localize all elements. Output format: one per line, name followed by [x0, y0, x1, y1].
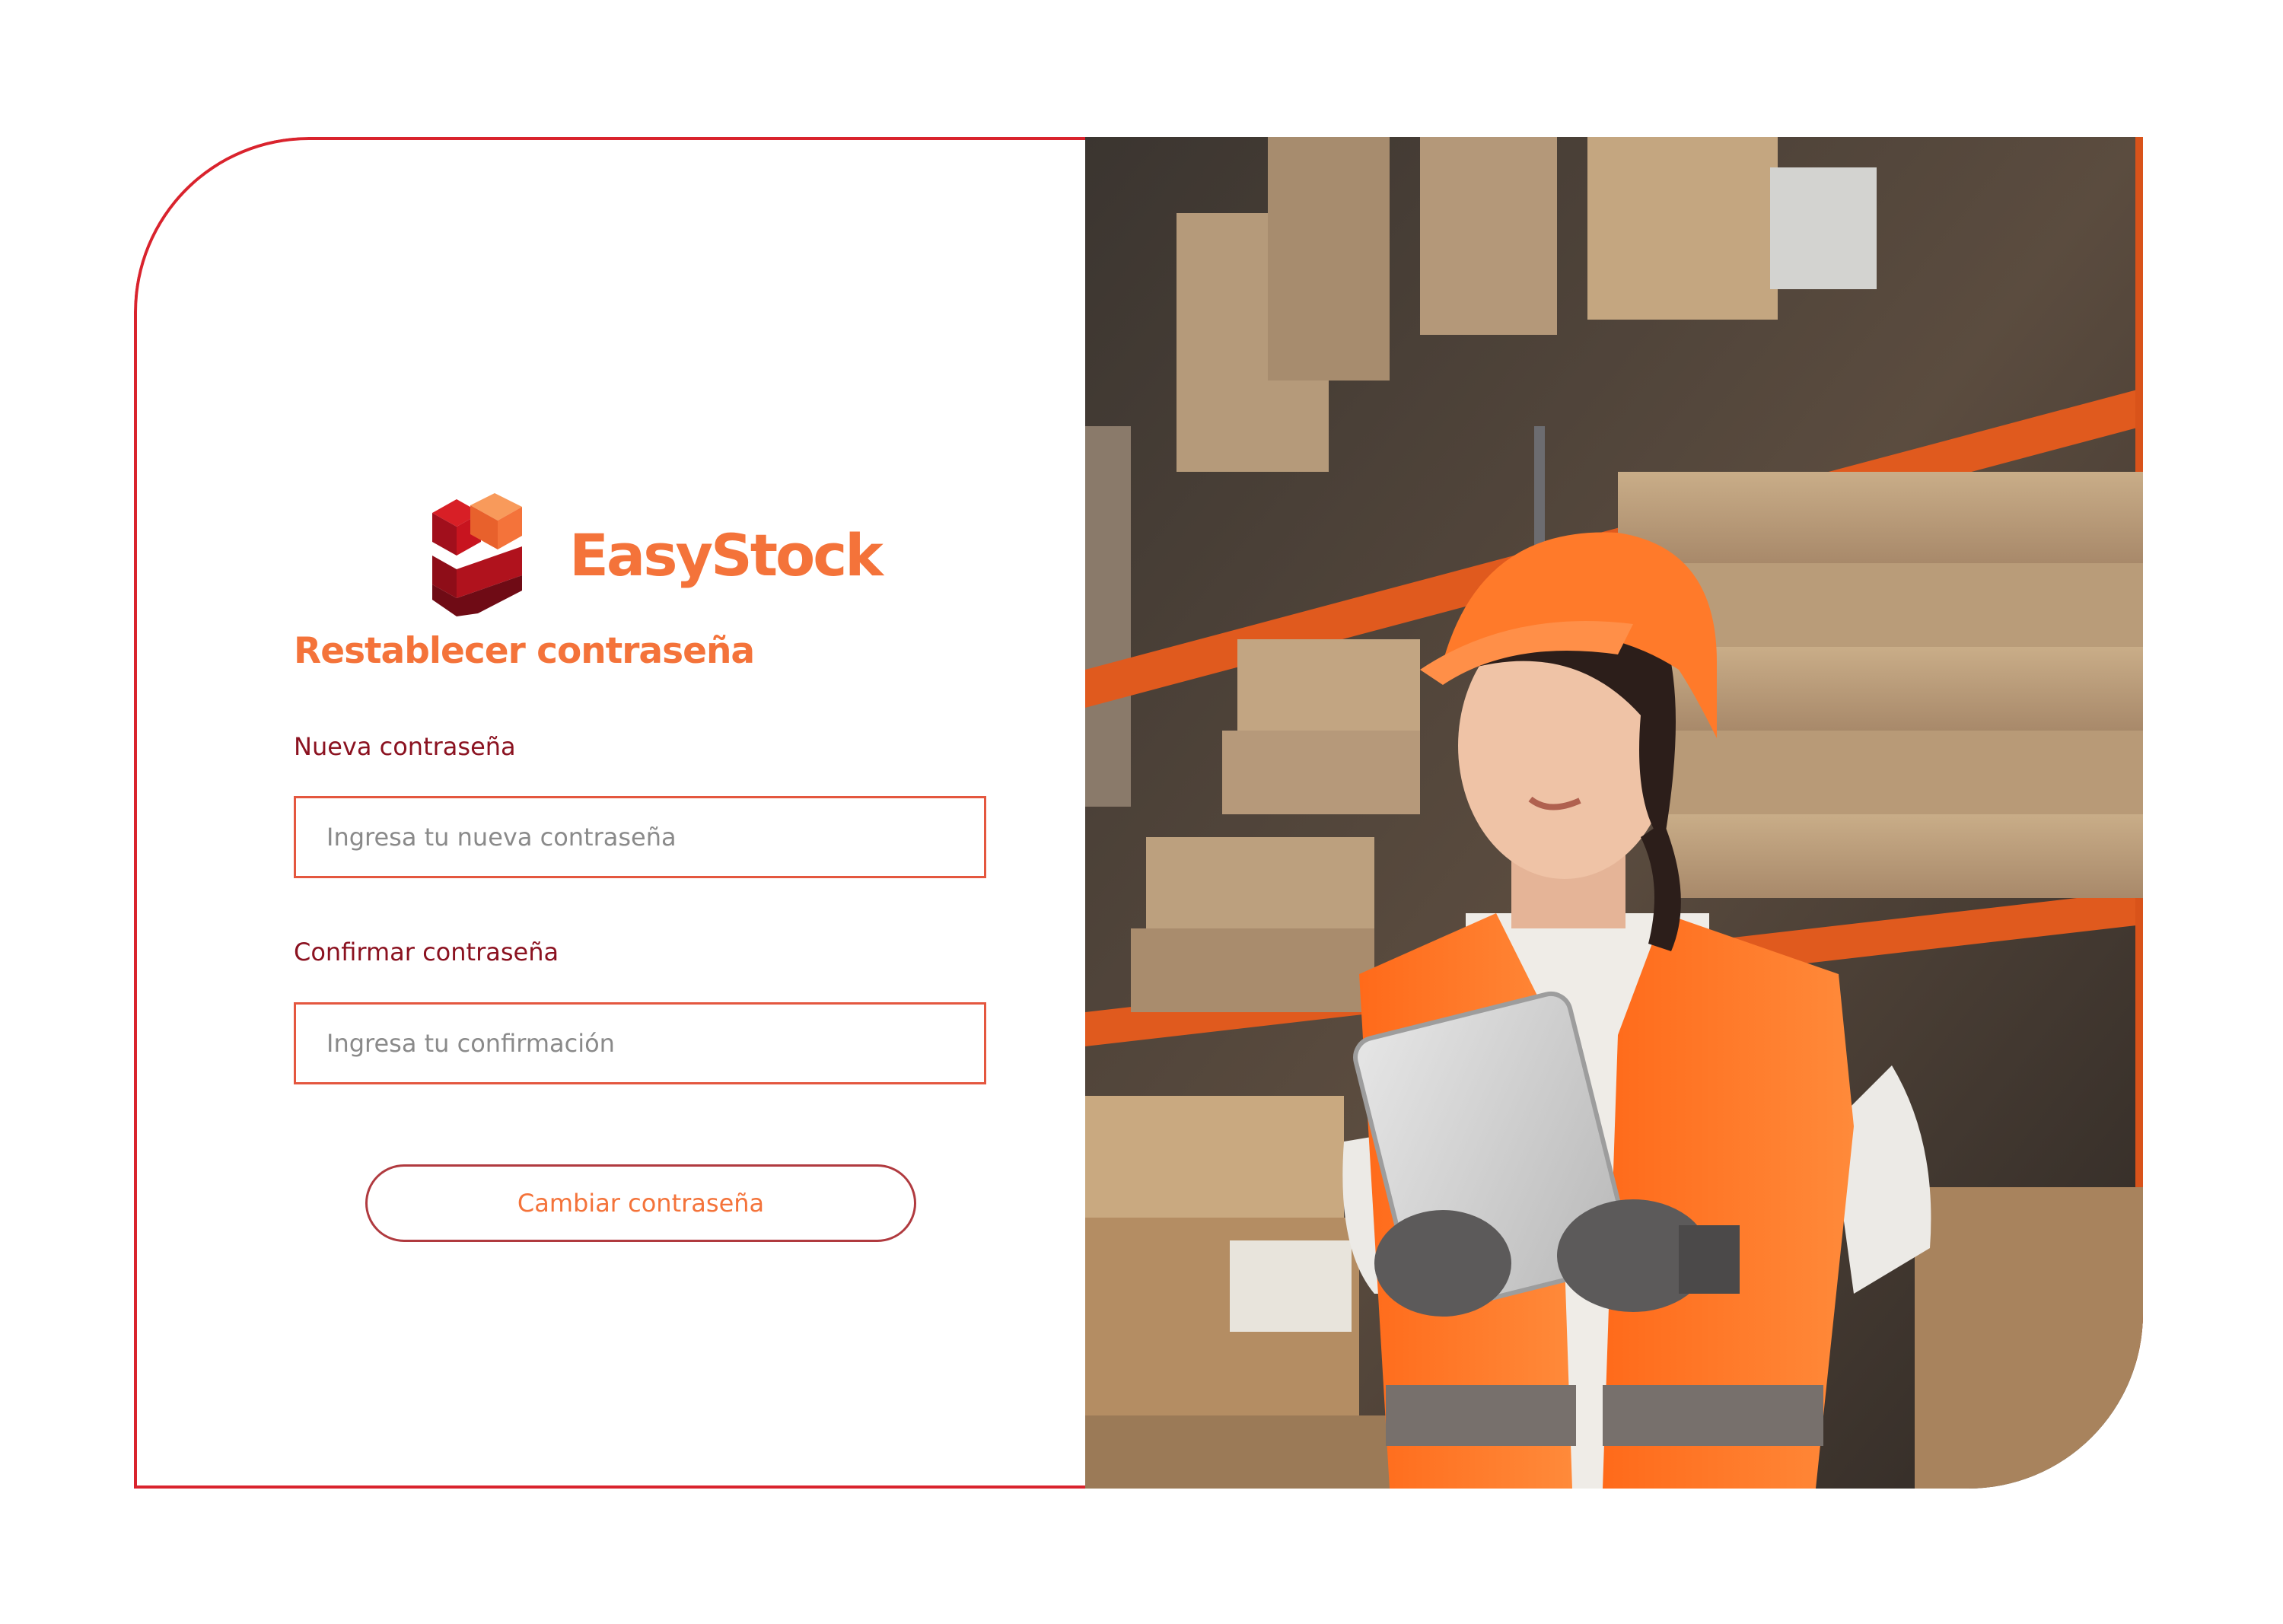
confirm-password-label: Confirmar contraseña — [294, 938, 559, 966]
new-password-label: Nueva contraseña — [294, 732, 516, 761]
confirm-password-input[interactable] — [294, 1002, 986, 1084]
page-title: Restablecer contraseña — [294, 630, 755, 672]
change-password-button[interactable]: Cambiar contraseña — [365, 1164, 916, 1242]
form-panel: EasyStock Restablecer contraseña Nueva c… — [134, 137, 1085, 1489]
reset-password-card: EasyStock Restablecer contraseña Nueva c… — [134, 137, 2143, 1489]
brand-name: EasyStock — [569, 521, 884, 589]
new-password-input[interactable] — [294, 796, 986, 878]
warehouse-worker-photo — [1085, 137, 2143, 1489]
cube-logo-icon — [432, 493, 522, 616]
brand-logo: EasyStock — [429, 490, 884, 619]
